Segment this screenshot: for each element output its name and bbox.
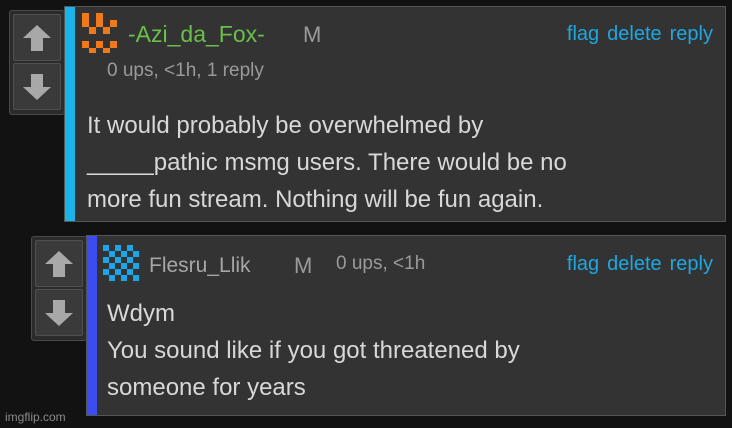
comment-text: Wdym You sound like if you got threatene… — [107, 300, 520, 401]
arrow-up-icon — [23, 24, 51, 51]
arrow-up-icon — [45, 250, 73, 277]
arrow-down-icon — [23, 73, 51, 100]
thread-accent-bar — [87, 236, 97, 415]
comment-text: It would probably be overwhelmed by ____… — [87, 112, 567, 213]
delete-link[interactable]: delete — [607, 253, 662, 275]
comment-actions: flag delete reply — [559, 253, 713, 276]
comment-meta: 0 ups, <1h, 1 reply — [107, 60, 264, 81]
avatar — [103, 245, 139, 281]
comment-actions: flag delete reply — [559, 23, 713, 46]
username[interactable]: Flesru_Llik — [149, 254, 251, 278]
vote-box — [31, 236, 87, 341]
thread-accent-bar — [65, 7, 75, 221]
flag-link[interactable]: flag — [567, 23, 599, 45]
downvote-button[interactable] — [13, 63, 61, 110]
upvote-button[interactable] — [35, 240, 83, 287]
upvote-button[interactable] — [13, 14, 61, 61]
arrow-down-icon — [45, 299, 73, 326]
watermark: imgflip.com — [5, 410, 66, 424]
comment: -Azi_da_Fox- M 0 ups, <1h, 1 reply flag d… — [64, 6, 726, 222]
mod-badge: M — [294, 253, 313, 278]
vote-box — [9, 10, 65, 115]
reply-link[interactable]: reply — [670, 253, 713, 275]
comment-meta: 0 ups, <1h — [336, 253, 426, 274]
reply-link[interactable]: reply — [670, 23, 713, 45]
avatar — [82, 13, 117, 53]
delete-link[interactable]: delete — [607, 23, 662, 45]
mod-badge: M — [303, 22, 322, 47]
comment: Flesru_Llik M 0 ups, <1h flag delete reply… — [86, 235, 726, 416]
username[interactable]: -Azi_da_Fox- — [128, 21, 265, 48]
flag-link[interactable]: flag — [567, 253, 599, 275]
downvote-button[interactable] — [35, 289, 83, 336]
